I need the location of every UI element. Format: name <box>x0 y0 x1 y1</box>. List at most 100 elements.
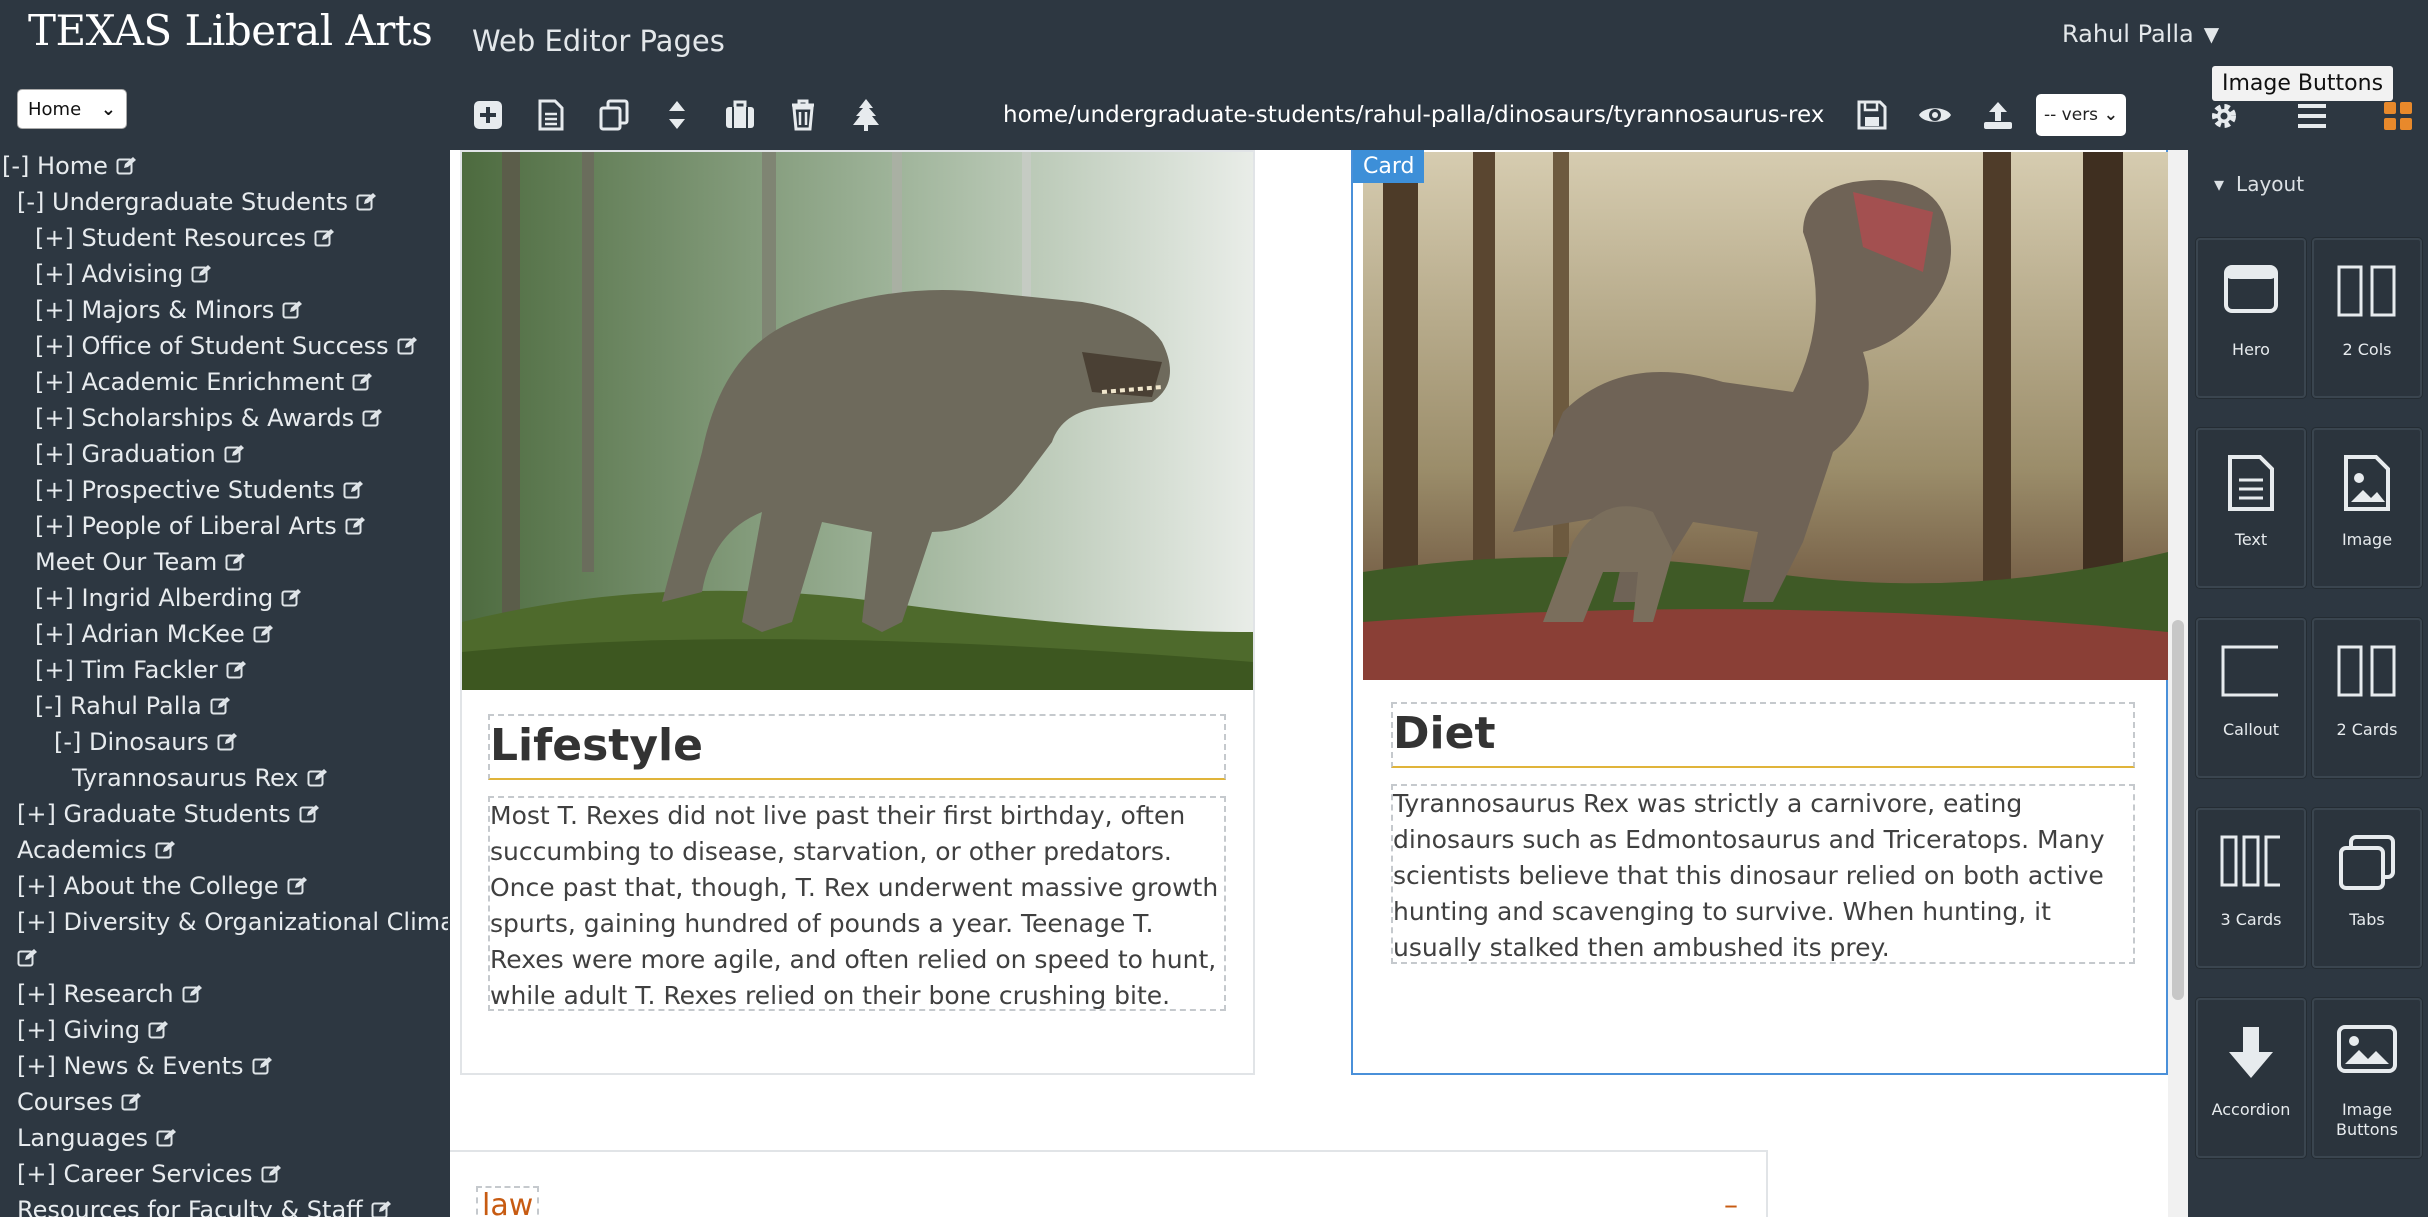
tree-item[interactable]: [+] Majors & Minors <box>0 292 448 328</box>
edit-icon[interactable] <box>287 876 307 896</box>
tree-icon[interactable] <box>848 97 884 133</box>
tree-item[interactable]: Courses <box>0 1084 448 1120</box>
component-tile[interactable]: Image Buttons <box>2312 998 2422 1158</box>
component-tile[interactable]: Callout <box>2196 618 2306 778</box>
edit-icon[interactable] <box>282 300 303 320</box>
component-tile[interactable]: 2 Cards <box>2312 618 2422 778</box>
tree-item[interactable]: [-] Home <box>0 148 448 184</box>
tree-item[interactable]: [+] Academic Enrichment <box>0 364 448 400</box>
component-tile[interactable]: 3 Cards <box>2196 808 2306 968</box>
edit-icon[interactable] <box>371 1200 391 1217</box>
edit-icon[interactable] <box>343 480 363 500</box>
tree-item[interactable]: [+] About the College <box>0 868 448 904</box>
edit-icon[interactable] <box>116 156 136 176</box>
tree-item[interactable]: [+] Ingrid Alberding <box>0 580 448 616</box>
publish-icon[interactable] <box>1980 97 2016 133</box>
edit-icon[interactable] <box>281 588 302 608</box>
edit-icon[interactable] <box>225 552 246 572</box>
add-icon[interactable] <box>470 97 506 133</box>
tree-item[interactable]: Meet Our Team <box>0 544 448 580</box>
edit-icon[interactable] <box>362 408 383 428</box>
move-icon[interactable] <box>659 97 695 133</box>
component-tile[interactable]: Tabs <box>2312 808 2422 968</box>
tree-item[interactable]: [+] Adrian McKee <box>0 616 448 652</box>
version-select[interactable]: -- vers ⌄ <box>2036 94 2126 136</box>
tree-item[interactable]: [+] Graduation <box>0 436 448 472</box>
tree-item[interactable]: Resources for Faculty & Staff <box>0 1192 448 1217</box>
tree-item[interactable]: [+] Scholarships & Awards <box>0 400 448 436</box>
edit-icon[interactable] <box>121 1092 142 1112</box>
save-icon[interactable] <box>1854 97 1890 133</box>
edit-icon[interactable] <box>148 1020 169 1040</box>
card-heading[interactable]: Diet <box>1391 702 2135 768</box>
edit-icon[interactable] <box>261 1164 281 1184</box>
edit-icon[interactable] <box>252 1056 272 1076</box>
tree-item[interactable]: [+] Research <box>0 976 448 1012</box>
component-tile[interactable]: Hero <box>2196 238 2306 398</box>
edit-icon[interactable] <box>17 948 37 968</box>
edit-icon[interactable] <box>217 732 237 752</box>
canvas-scrollbar[interactable] <box>2168 150 2188 1217</box>
accordion-title[interactable]: law <box>476 1186 540 1217</box>
brand-logo[interactable]: TEXAS Liberal Arts <box>28 6 433 55</box>
trex-jungle-image[interactable] <box>1363 152 2168 680</box>
edit-icon[interactable] <box>253 624 273 644</box>
settings-icon[interactable] <box>2206 98 2242 134</box>
tree-item[interactable]: Academics <box>0 832 448 868</box>
page-icon[interactable] <box>533 97 569 133</box>
tree-item[interactable]: [+] Prospective Students <box>0 472 448 508</box>
edit-icon[interactable] <box>156 1128 176 1148</box>
layout-section-header[interactable]: ▾ Layout <box>2214 172 2304 196</box>
tree-item[interactable]: Languages <box>0 1120 448 1156</box>
accordion-component[interactable]: law – <box>450 1150 1768 1217</box>
edit-icon[interactable] <box>155 840 175 860</box>
tree-item[interactable]: [+] Office of Student Success <box>0 328 448 364</box>
delete-icon[interactable] <box>785 97 821 133</box>
tree-item[interactable]: [+] Student Resources <box>0 220 448 256</box>
component-tile[interactable]: 2 Cols <box>2312 238 2422 398</box>
copy-icon[interactable] <box>596 97 632 133</box>
user-menu[interactable]: Rahul Palla ▼ <box>2062 20 2219 48</box>
list-icon[interactable] <box>2294 98 2330 134</box>
tree-item[interactable]: [+] Giving <box>0 1012 448 1048</box>
preview-icon[interactable] <box>1917 97 1953 133</box>
tree-item[interactable]: [-] Rahul Palla <box>0 688 448 724</box>
component-tile[interactable]: Text <box>2196 428 2306 588</box>
component-tile[interactable]: Accordion <box>2196 998 2306 1158</box>
tree-item[interactable]: [+] Tim Fackler <box>0 652 448 688</box>
editor-canvas[interactable]: Lifestyle Most T. Rexes did not live pas… <box>450 150 2168 1217</box>
collapse-toggle-icon[interactable]: – <box>1724 1188 1738 1217</box>
edit-icon[interactable] <box>397 336 417 356</box>
edit-icon[interactable] <box>191 264 212 284</box>
edit-icon[interactable] <box>210 696 230 716</box>
edit-icon[interactable] <box>226 660 246 680</box>
tree-item[interactable]: [+] Career Services <box>0 1156 448 1192</box>
tree-item[interactable]: Tyrannosaurus Rex <box>0 760 448 796</box>
edit-icon[interactable] <box>307 768 327 788</box>
tree-item[interactable]: [+] Advising <box>0 256 448 292</box>
scrollbar-thumb[interactable] <box>2172 620 2184 1000</box>
trex-forest-image[interactable] <box>462 152 1253 690</box>
edit-icon[interactable] <box>345 516 365 536</box>
tree-item[interactable]: [+] Graduate Students <box>0 796 448 832</box>
card-lifestyle[interactable]: Lifestyle Most T. Rexes did not live pas… <box>460 150 1255 1075</box>
card-heading[interactable]: Lifestyle <box>488 714 1226 780</box>
component-tile[interactable]: Image <box>2312 428 2422 588</box>
components-icon[interactable] <box>2380 98 2416 134</box>
edit-icon[interactable] <box>352 372 373 392</box>
edit-icon[interactable] <box>356 192 376 212</box>
card-body-text[interactable]: Tyrannosaurus Rex was strictly a carnivo… <box>1391 784 2135 964</box>
tree-item[interactable]: [-] Dinosaurs <box>0 724 448 760</box>
card-body-text[interactable]: Most T. Rexes did not live past their fi… <box>488 796 1226 1011</box>
site-select[interactable]: Home ⌄ <box>17 89 127 129</box>
edit-icon[interactable] <box>182 984 202 1004</box>
edit-icon[interactable] <box>299 804 319 824</box>
tree-item[interactable]: [+] News & Events <box>0 1048 448 1084</box>
tree-item[interactable]: [+] Diversity & Organizational Climate <box>0 904 448 940</box>
tree-item[interactable]: [-] Undergraduate Students <box>0 184 448 220</box>
tree-item[interactable]: [+] People of Liberal Arts <box>0 508 448 544</box>
edit-icon[interactable] <box>224 444 244 464</box>
card-diet[interactable]: Card Diet Tyrannosaurus Rex was strictly… <box>1351 150 2168 1075</box>
paste-icon[interactable] <box>722 97 758 133</box>
edit-icon[interactable] <box>314 228 335 248</box>
